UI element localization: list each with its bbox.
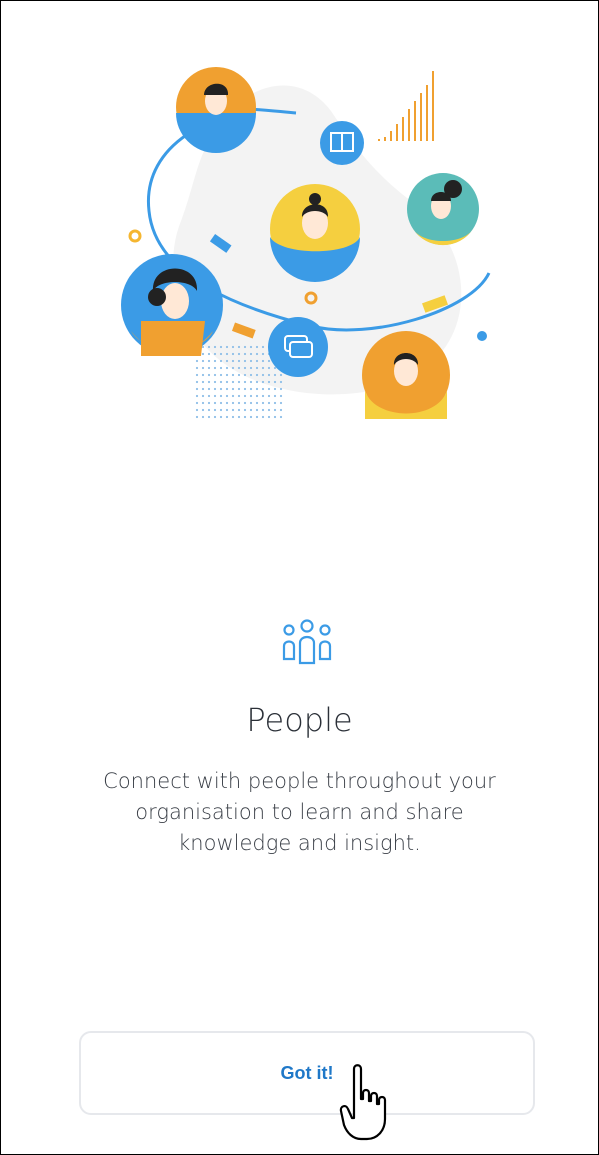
avatar-woman-right xyxy=(407,173,479,246)
people-icon xyxy=(282,619,332,665)
book-circle xyxy=(320,121,364,165)
got-it-button[interactable]: Got it! xyxy=(79,1031,535,1115)
avatar-woman-center xyxy=(270,184,360,282)
avatar-man-bottom xyxy=(362,331,450,419)
feature-description: Connect with people throughout your orga… xyxy=(103,769,496,855)
people-network-illustration xyxy=(121,67,491,419)
bar-decoration xyxy=(378,71,434,141)
chat-circle xyxy=(268,317,328,377)
dot-decoration xyxy=(477,331,487,341)
ring-decoration xyxy=(128,229,142,243)
page-title: People xyxy=(246,701,353,739)
avatar-man-top xyxy=(176,67,256,153)
avatar-curly-left xyxy=(121,254,223,356)
got-it-button-label: Got it! xyxy=(280,1062,334,1083)
onboarding-screen: People Connect with people throughout yo… xyxy=(0,0,599,1155)
